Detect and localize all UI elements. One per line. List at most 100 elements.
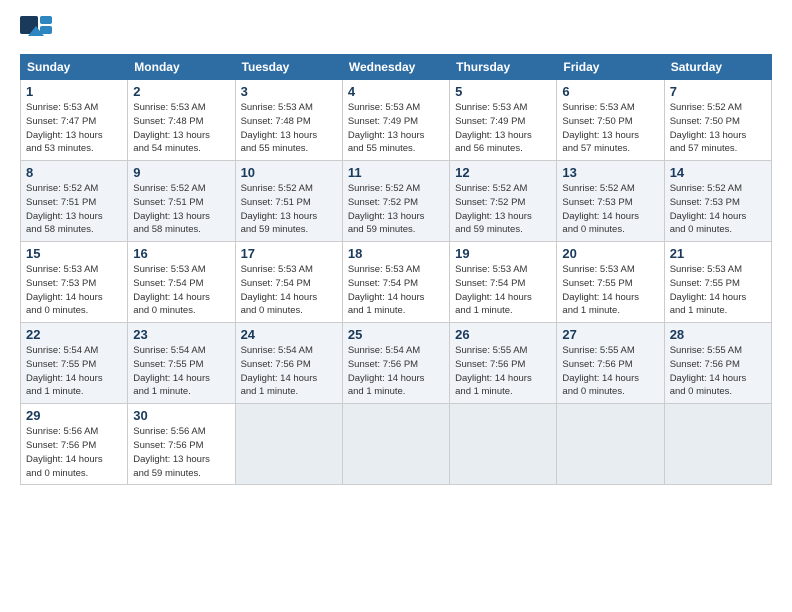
calendar-cell: 18Sunrise: 5:53 AM Sunset: 7:54 PM Dayli… xyxy=(342,242,449,323)
calendar-cell: 5 Sunrise: 5:53 AM Sunset: 7:49 PM Daylig… xyxy=(450,80,557,161)
calendar-cell: 25Sunrise: 5:54 AM Sunset: 7:56 PM Dayli… xyxy=(342,323,449,404)
week-row-5: 29 Sunrise: 5:56 AM Sunset: 7:56 PM Dayli… xyxy=(21,404,772,485)
day-info: Sunrise: 5:53 AM Sunset: 7:55 PM Dayligh… xyxy=(670,263,766,318)
day-info: Sunrise: 5:53 AM Sunset: 7:49 PM Dayligh… xyxy=(348,101,444,156)
day-info: Sunrise: 5:53 AM Sunset: 7:47 PM Dayligh… xyxy=(26,101,122,156)
calendar-cell: 26 Sunrise: 5:55 AM Sunset: 7:56 PM Dayli… xyxy=(450,323,557,404)
calendar-cell xyxy=(557,404,664,485)
weekday-header-saturday: Saturday xyxy=(664,55,771,80)
calendar-cell: 2 Sunrise: 5:53 AM Sunset: 7:48 PM Daylig… xyxy=(128,80,235,161)
day-info: Sunrise: 5:52 AM Sunset: 7:52 PM Dayligh… xyxy=(348,182,444,237)
day-number: 26 xyxy=(455,327,551,342)
day-info: Sunrise: 5:53 AM Sunset: 7:50 PM Dayligh… xyxy=(562,101,658,156)
day-number: 15 xyxy=(26,246,122,261)
calendar-cell xyxy=(235,404,342,485)
day-info: Sunrise: 5:53 AM Sunset: 7:55 PM Dayligh… xyxy=(562,263,658,318)
day-info: Sunrise: 5:56 AM Sunset: 7:56 PM Dayligh… xyxy=(133,425,229,480)
day-number: 9 xyxy=(133,165,229,180)
calendar-cell: 8 Sunrise: 5:52 AM Sunset: 7:51 PM Daylig… xyxy=(21,161,128,242)
calendar-cell: 13 Sunrise: 5:52 AM Sunset: 7:53 PM Dayli… xyxy=(557,161,664,242)
day-number: 24 xyxy=(241,327,337,342)
day-info: Sunrise: 5:53 AM Sunset: 7:48 PM Dayligh… xyxy=(133,101,229,156)
calendar-cell: 11 Sunrise: 5:52 AM Sunset: 7:52 PM Dayli… xyxy=(342,161,449,242)
calendar-cell: 27Sunrise: 5:55 AM Sunset: 7:56 PM Dayli… xyxy=(557,323,664,404)
day-info: Sunrise: 5:53 AM Sunset: 7:49 PM Dayligh… xyxy=(455,101,551,156)
day-number: 8 xyxy=(26,165,122,180)
day-info: Sunrise: 5:55 AM Sunset: 7:56 PM Dayligh… xyxy=(670,344,766,399)
day-info: Sunrise: 5:52 AM Sunset: 7:53 PM Dayligh… xyxy=(670,182,766,237)
day-info: Sunrise: 5:53 AM Sunset: 7:54 PM Dayligh… xyxy=(455,263,551,318)
calendar-cell: 22 Sunrise: 5:54 AM Sunset: 7:55 PM Dayli… xyxy=(21,323,128,404)
week-row-4: 22 Sunrise: 5:54 AM Sunset: 7:55 PM Dayli… xyxy=(21,323,772,404)
day-number: 29 xyxy=(26,408,122,423)
day-number: 3 xyxy=(241,84,337,99)
day-number: 6 xyxy=(562,84,658,99)
day-number: 17 xyxy=(241,246,337,261)
day-info: Sunrise: 5:52 AM Sunset: 7:50 PM Dayligh… xyxy=(670,101,766,156)
week-row-2: 8 Sunrise: 5:52 AM Sunset: 7:51 PM Daylig… xyxy=(21,161,772,242)
day-info: Sunrise: 5:54 AM Sunset: 7:56 PM Dayligh… xyxy=(241,344,337,399)
weekday-header-sunday: Sunday xyxy=(21,55,128,80)
day-number: 11 xyxy=(348,165,444,180)
day-number: 5 xyxy=(455,84,551,99)
calendar-cell: 23 Sunrise: 5:54 AM Sunset: 7:55 PM Dayli… xyxy=(128,323,235,404)
calendar-cell: 16Sunrise: 5:53 AM Sunset: 7:54 PM Dayli… xyxy=(128,242,235,323)
day-info: Sunrise: 5:55 AM Sunset: 7:56 PM Dayligh… xyxy=(455,344,551,399)
day-number: 10 xyxy=(241,165,337,180)
calendar-cell: 28 Sunrise: 5:55 AM Sunset: 7:56 PM Dayli… xyxy=(664,323,771,404)
calendar-cell xyxy=(342,404,449,485)
day-info: Sunrise: 5:53 AM Sunset: 7:48 PM Dayligh… xyxy=(241,101,337,156)
day-info: Sunrise: 5:53 AM Sunset: 7:54 PM Dayligh… xyxy=(241,263,337,318)
day-info: Sunrise: 5:53 AM Sunset: 7:54 PM Dayligh… xyxy=(348,263,444,318)
calendar-cell: 10 Sunrise: 5:52 AM Sunset: 7:51 PM Dayli… xyxy=(235,161,342,242)
day-number: 30 xyxy=(133,408,229,423)
day-number: 7 xyxy=(670,84,766,99)
calendar-cell xyxy=(664,404,771,485)
day-number: 13 xyxy=(562,165,658,180)
day-number: 12 xyxy=(455,165,551,180)
weekday-header-monday: Monday xyxy=(128,55,235,80)
day-info: Sunrise: 5:52 AM Sunset: 7:51 PM Dayligh… xyxy=(241,182,337,237)
day-number: 19 xyxy=(455,246,551,261)
calendar-cell: 7 Sunrise: 5:52 AM Sunset: 7:50 PM Daylig… xyxy=(664,80,771,161)
calendar-cell: 17 Sunrise: 5:53 AM Sunset: 7:54 PM Dayli… xyxy=(235,242,342,323)
weekday-header-tuesday: Tuesday xyxy=(235,55,342,80)
day-info: Sunrise: 5:54 AM Sunset: 7:55 PM Dayligh… xyxy=(133,344,229,399)
day-info: Sunrise: 5:53 AM Sunset: 7:53 PM Dayligh… xyxy=(26,263,122,318)
day-info: Sunrise: 5:52 AM Sunset: 7:51 PM Dayligh… xyxy=(26,182,122,237)
calendar-cell: 12 Sunrise: 5:52 AM Sunset: 7:52 PM Dayli… xyxy=(450,161,557,242)
day-info: Sunrise: 5:52 AM Sunset: 7:53 PM Dayligh… xyxy=(562,182,658,237)
calendar-cell: 30 Sunrise: 5:56 AM Sunset: 7:56 PM Dayli… xyxy=(128,404,235,485)
day-number: 23 xyxy=(133,327,229,342)
day-info: Sunrise: 5:54 AM Sunset: 7:55 PM Dayligh… xyxy=(26,344,122,399)
day-number: 27 xyxy=(562,327,658,342)
calendar-cell: 24 Sunrise: 5:54 AM Sunset: 7:56 PM Dayli… xyxy=(235,323,342,404)
calendar-cell: 1 Sunrise: 5:53 AM Sunset: 7:47 PM Daylig… xyxy=(21,80,128,161)
calendar-cell: 19 Sunrise: 5:53 AM Sunset: 7:54 PM Dayli… xyxy=(450,242,557,323)
calendar-cell: 3 Sunrise: 5:53 AM Sunset: 7:48 PM Daylig… xyxy=(235,80,342,161)
day-number: 20 xyxy=(562,246,658,261)
day-info: Sunrise: 5:56 AM Sunset: 7:56 PM Dayligh… xyxy=(26,425,122,480)
week-row-1: 1 Sunrise: 5:53 AM Sunset: 7:47 PM Daylig… xyxy=(21,80,772,161)
day-number: 1 xyxy=(26,84,122,99)
day-number: 2 xyxy=(133,84,229,99)
day-number: 16 xyxy=(133,246,229,261)
day-info: Sunrise: 5:52 AM Sunset: 7:52 PM Dayligh… xyxy=(455,182,551,237)
calendar-cell: 29 Sunrise: 5:56 AM Sunset: 7:56 PM Dayli… xyxy=(21,404,128,485)
logo-icon xyxy=(20,16,48,44)
day-info: Sunrise: 5:52 AM Sunset: 7:51 PM Dayligh… xyxy=(133,182,229,237)
weekday-header-row: SundayMondayTuesdayWednesdayThursdayFrid… xyxy=(21,55,772,80)
weekday-header-thursday: Thursday xyxy=(450,55,557,80)
day-number: 14 xyxy=(670,165,766,180)
calendar-cell: 21Sunrise: 5:53 AM Sunset: 7:55 PM Dayli… xyxy=(664,242,771,323)
page: SundayMondayTuesdayWednesdayThursdayFrid… xyxy=(0,0,792,612)
calendar-cell: 15 Sunrise: 5:53 AM Sunset: 7:53 PM Dayli… xyxy=(21,242,128,323)
weekday-header-wednesday: Wednesday xyxy=(342,55,449,80)
calendar-cell: 9 Sunrise: 5:52 AM Sunset: 7:51 PM Daylig… xyxy=(128,161,235,242)
day-number: 4 xyxy=(348,84,444,99)
weekday-header-friday: Friday xyxy=(557,55,664,80)
day-number: 28 xyxy=(670,327,766,342)
calendar-cell: 20 Sunrise: 5:53 AM Sunset: 7:55 PM Dayli… xyxy=(557,242,664,323)
day-number: 22 xyxy=(26,327,122,342)
day-info: Sunrise: 5:54 AM Sunset: 7:56 PM Dayligh… xyxy=(348,344,444,399)
